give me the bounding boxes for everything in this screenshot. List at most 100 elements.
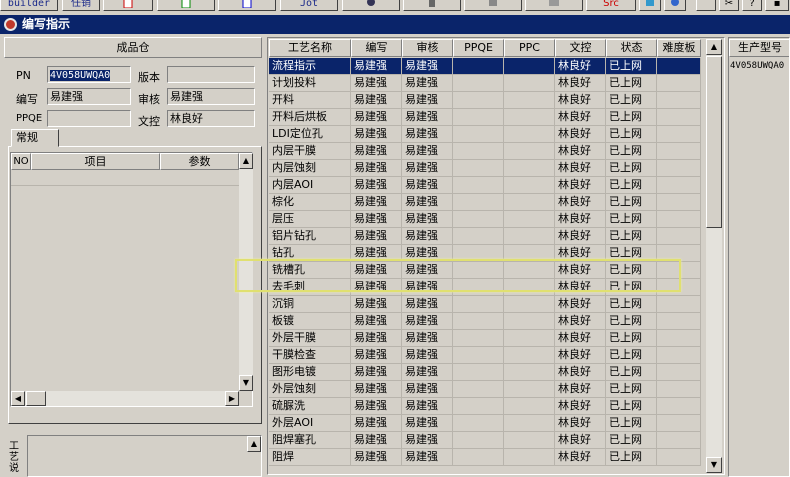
cell-ppc[interactable] (504, 177, 555, 194)
table-row[interactable]: LDI定位孔 易建强 易建强 林良好 已上网 (269, 126, 701, 143)
cell-doc-control[interactable]: 林良好 (555, 109, 606, 126)
cell-author[interactable]: 易建强 (351, 194, 402, 211)
cell-doc-control[interactable]: 林良好 (555, 364, 606, 381)
cell-ppc[interactable] (504, 228, 555, 245)
cell-process-name[interactable]: 外层蚀刻 (269, 381, 351, 398)
cell-difficulty[interactable] (657, 194, 701, 211)
cell-doc-control[interactable]: 林良好 (555, 381, 606, 398)
cell-reviewer[interactable]: 易建强 (402, 126, 453, 143)
cell-ppqe[interactable] (453, 194, 504, 211)
cell-reviewer[interactable]: 易建强 (402, 58, 453, 75)
cell-reviewer[interactable]: 易建强 (402, 449, 453, 466)
cell-process-name[interactable]: 开料后烘板 (269, 109, 351, 126)
cell-ppqe[interactable] (453, 330, 504, 347)
cell-author[interactable]: 易建强 (351, 398, 402, 415)
cell-ppqe[interactable] (453, 245, 504, 262)
cell-status[interactable]: 已上网 (606, 75, 657, 92)
cell-ppqe[interactable] (453, 228, 504, 245)
cell-ppqe[interactable] (453, 262, 504, 279)
network-icon[interactable] (639, 0, 661, 11)
cell-ppc[interactable] (504, 58, 555, 75)
cell-author[interactable]: 易建强 (351, 92, 402, 109)
cell-ppqe[interactable] (453, 347, 504, 364)
cell-ppc[interactable] (504, 381, 555, 398)
scroll-left-icon[interactable]: ◀ (11, 391, 25, 406)
cell-status[interactable]: 已上网 (606, 228, 657, 245)
table-row[interactable]: 开料 易建强 易建强 林良好 已上网 (269, 92, 701, 109)
cell-author[interactable]: 易建强 (351, 143, 402, 160)
cell-process-name[interactable]: 层压 (269, 211, 351, 228)
col-ppqe-header[interactable]: PPQE (453, 39, 504, 57)
cell-difficulty[interactable] (657, 245, 701, 262)
cell-reviewer[interactable]: 易建强 (402, 330, 453, 347)
cell-reviewer[interactable]: 易建强 (402, 364, 453, 381)
cell-difficulty[interactable] (657, 364, 701, 381)
cell-author[interactable]: 易建强 (351, 245, 402, 262)
cell-status[interactable]: 已上网 (606, 279, 657, 296)
param-vertical-scrollbar[interactable]: ▲ ▼ (239, 153, 253, 391)
table-row[interactable]: 阻焊塞孔 易建强 易建强 林良好 已上网 (269, 432, 701, 449)
image-icon[interactable] (157, 0, 215, 11)
save-icon[interactable]: ▪ (765, 0, 789, 11)
cell-process-name[interactable]: 计划投料 (269, 75, 351, 92)
cell-difficulty[interactable] (657, 58, 701, 75)
cell-ppc[interactable] (504, 92, 555, 109)
cell-reviewer[interactable]: 易建强 (402, 279, 453, 296)
cell-doc-control[interactable]: 林良好 (555, 313, 606, 330)
table-row[interactable]: 铝片钻孔 易建强 易建强 林良好 已上网 (269, 228, 701, 245)
cell-doc-control[interactable]: 林良好 (555, 279, 606, 296)
table-row[interactable]: 外层AOI 易建强 易建强 林良好 已上网 (269, 415, 701, 432)
cell-author[interactable]: 易建强 (351, 347, 402, 364)
col-difficulty-header[interactable]: 难度板 (657, 39, 701, 57)
printer-icon[interactable] (525, 0, 583, 11)
cell-reviewer[interactable]: 易建强 (402, 432, 453, 449)
cell-author[interactable]: 易建强 (351, 381, 402, 398)
cell-author[interactable]: 易建强 (351, 177, 402, 194)
cell-ppc[interactable] (504, 330, 555, 347)
scissors-icon[interactable]: ✂ (719, 0, 739, 11)
col-ppc-header[interactable]: PPC (504, 39, 555, 57)
grid-scroll-thumb[interactable] (706, 56, 722, 228)
cell-ppqe[interactable] (453, 143, 504, 160)
scroll-right-icon[interactable]: ▶ (225, 391, 239, 406)
cell-author[interactable]: 易建强 (351, 432, 402, 449)
cell-difficulty[interactable] (657, 228, 701, 245)
cell-reviewer[interactable]: 易建强 (402, 92, 453, 109)
cell-difficulty[interactable] (657, 262, 701, 279)
cell-reviewer[interactable]: 易建强 (402, 194, 453, 211)
cell-ppqe[interactable] (453, 364, 504, 381)
cell-ppc[interactable] (504, 313, 555, 330)
cell-status[interactable]: 已上网 (606, 415, 657, 432)
config-button[interactable]: 任销 (62, 0, 100, 11)
cell-status[interactable]: 已上网 (606, 194, 657, 211)
cell-reviewer[interactable]: 易建强 (402, 262, 453, 279)
cell-ppc[interactable] (504, 109, 555, 126)
cell-status[interactable]: 已上网 (606, 432, 657, 449)
cell-reviewer[interactable]: 易建强 (402, 296, 453, 313)
cell-difficulty[interactable] (657, 398, 701, 415)
cell-difficulty[interactable] (657, 75, 701, 92)
cell-reviewer[interactable]: 易建强 (402, 245, 453, 262)
cell-status[interactable]: 已上网 (606, 364, 657, 381)
col-doc-control-header[interactable]: 文控 (555, 39, 606, 57)
help-icon[interactable]: ? (742, 0, 762, 11)
cell-author[interactable]: 易建强 (351, 330, 402, 347)
table-row[interactable]: 外层干膜 易建强 易建强 林良好 已上网 (269, 330, 701, 347)
cell-author[interactable]: 易建强 (351, 75, 402, 92)
cell-doc-control[interactable]: 林良好 (555, 58, 606, 75)
cell-ppc[interactable] (504, 211, 555, 228)
param-horizontal-scrollbar[interactable]: ◀ ▶ (11, 391, 239, 406)
cell-doc-control[interactable]: 林良好 (555, 398, 606, 415)
cell-ppqe[interactable] (453, 432, 504, 449)
cell-author[interactable]: 易建强 (351, 313, 402, 330)
cell-doc-control[interactable]: 林良好 (555, 228, 606, 245)
cell-author[interactable]: 易建强 (351, 296, 402, 313)
table-row[interactable]: 内层蚀刻 易建强 易建强 林良好 已上网 (269, 160, 701, 177)
cell-ppqe[interactable] (453, 109, 504, 126)
cell-process-name[interactable]: 去毛刺 (269, 279, 351, 296)
cell-status[interactable]: 已上网 (606, 296, 657, 313)
cell-process-name[interactable]: LDI定位孔 (269, 126, 351, 143)
cell-ppqe[interactable] (453, 313, 504, 330)
version-field[interactable] (167, 66, 255, 83)
cell-process-name[interactable]: 外层干膜 (269, 330, 351, 347)
